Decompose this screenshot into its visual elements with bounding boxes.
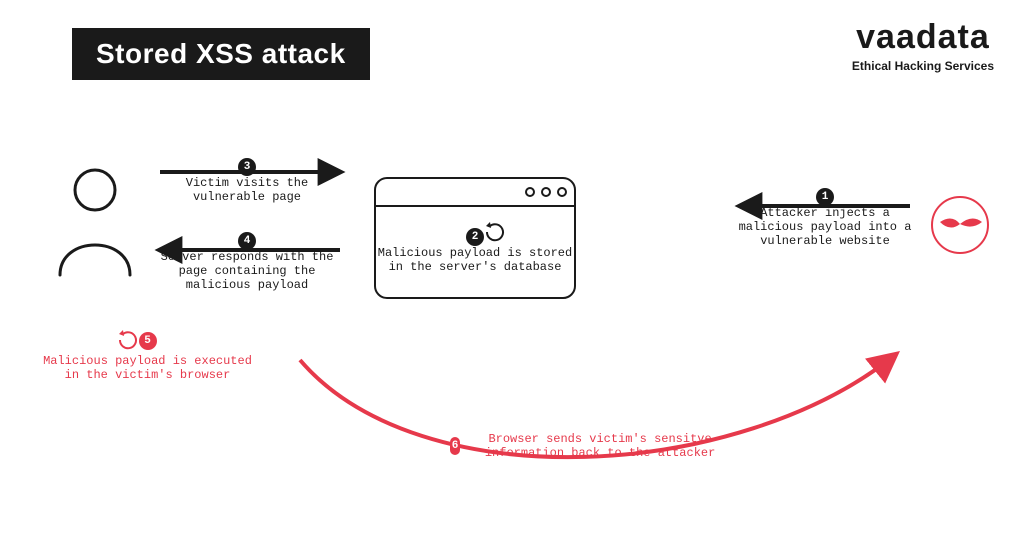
step-5-badge: 5 xyxy=(139,332,157,350)
step-5: 5 Malicious payload is executed in the v… xyxy=(35,332,260,382)
step-2-text: Malicious payload is stored in the serve… xyxy=(375,246,575,274)
step-6-text: Browser sends victim's sensitve informat… xyxy=(470,432,730,460)
user-icon xyxy=(60,170,130,275)
step-6: 6 Browser sends victim's sensitve inform… xyxy=(450,432,730,460)
step-3-badge: 3 xyxy=(238,158,256,176)
step-5-text: Malicious payload is executed in the vic… xyxy=(35,354,260,382)
step-3: 3 Victim visits the vulnerable page xyxy=(152,178,342,204)
step-3-text: Victim visits the vulnerable page xyxy=(152,176,342,204)
step-4-text: Server responds with the page containing… xyxy=(152,250,342,292)
step-2-badge: 2 xyxy=(466,228,484,246)
attacker-icon xyxy=(932,197,988,253)
step-1-text: Attacker injects a malicious payload int… xyxy=(730,206,920,248)
step-4: 4 Server responds with the page containi… xyxy=(152,256,342,292)
step-2: 2 Malicious payload is stored in the ser… xyxy=(375,252,575,274)
step-1-badge: 1 xyxy=(816,188,834,206)
step-1: 1 Attacker injects a malicious payload i… xyxy=(730,212,920,248)
step-6-badge: 6 xyxy=(450,437,460,455)
step-4-badge: 4 xyxy=(238,232,256,250)
